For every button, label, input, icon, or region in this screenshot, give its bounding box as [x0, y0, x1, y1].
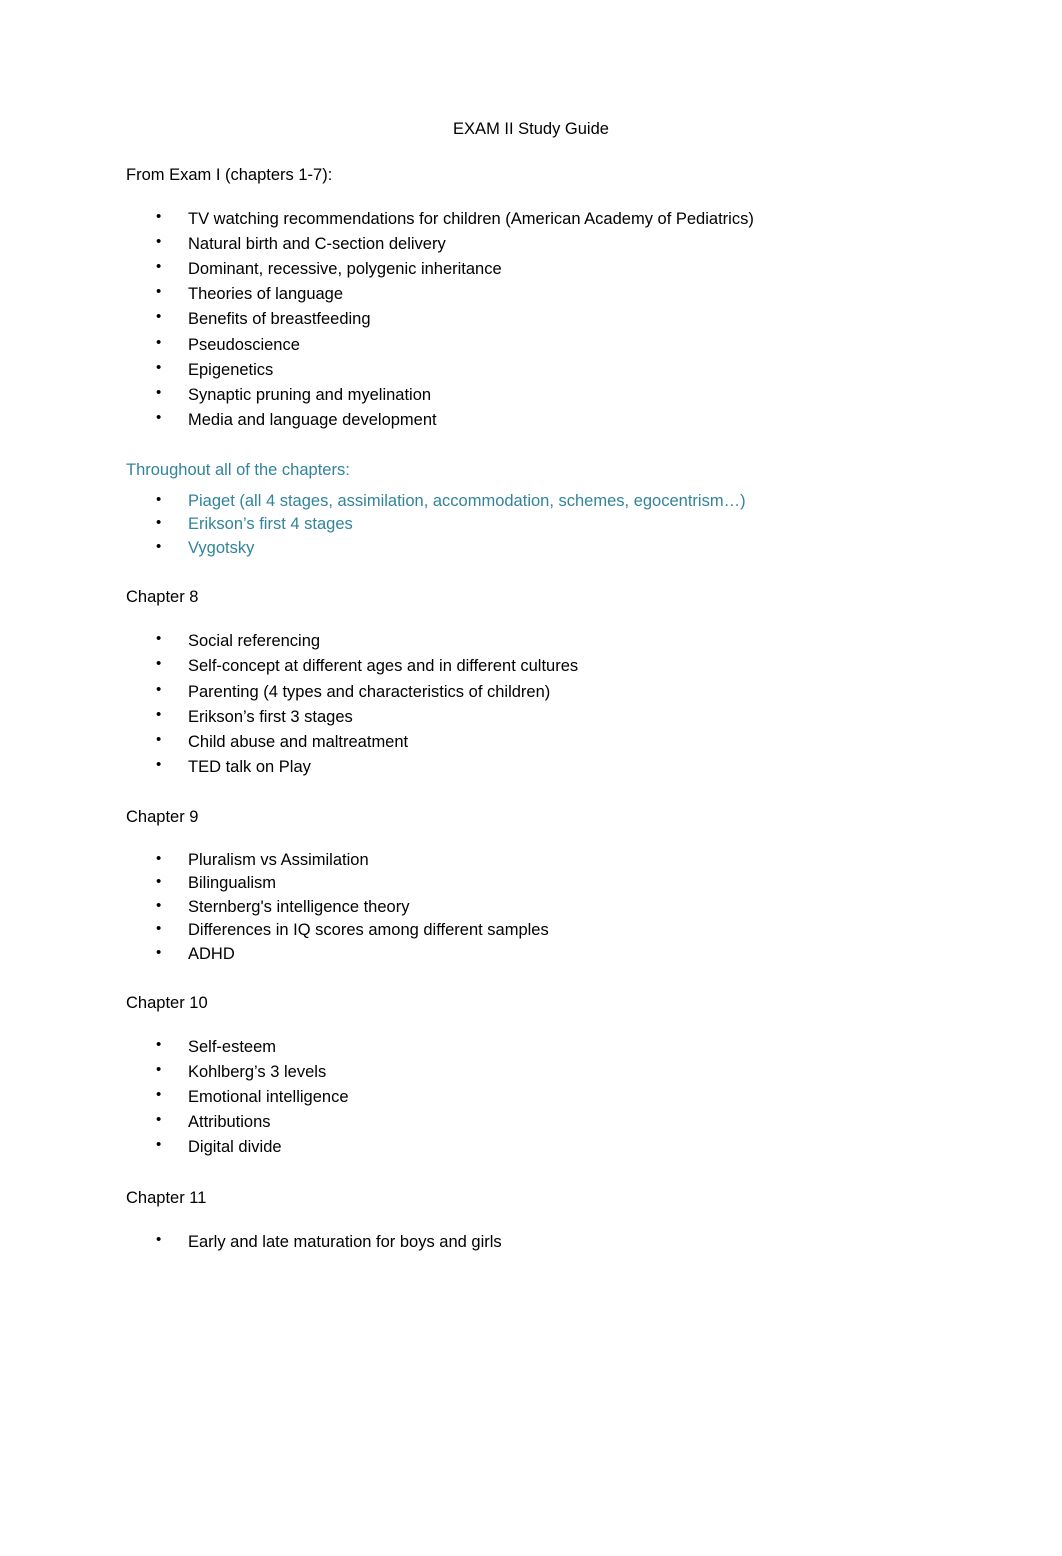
section-heading-chapter-8: Chapter 8: [126, 588, 199, 607]
list-item: Parenting (4 types and characteristics o…: [126, 678, 946, 705]
list-item: TV watching recommendations for children…: [126, 206, 946, 232]
list-item: Erikson’s first 3 stages: [126, 704, 946, 730]
bullet-list-chapter-8: Social referencing Self-concept at diffe…: [126, 628, 946, 780]
list-item: Benefits of breastfeeding: [126, 306, 946, 332]
list-item: Sternberg's intelligence theory: [126, 895, 946, 919]
bullet-list-exam-i: TV watching recommendations for children…: [126, 206, 946, 433]
section-heading-chapter-10: Chapter 10: [126, 994, 208, 1013]
list-item: Child abuse and maltreatment: [126, 729, 946, 755]
list-item: Piaget (all 4 stages, assimilation, acco…: [126, 489, 946, 513]
document-body: From Exam I (chapters 1-7): TV watching …: [126, 166, 946, 1255]
list-item: Natural birth and C-section delivery: [126, 231, 946, 257]
list-item: Self-esteem: [126, 1034, 946, 1060]
list-item: Vygotsky: [126, 536, 946, 560]
list-item: Emotional intelligence: [126, 1084, 946, 1110]
list-item: Theories of language: [126, 281, 946, 307]
section-heading-chapter-11: Chapter 11: [126, 1188, 207, 1207]
list-item: Erikson’s first 4 stages: [126, 512, 946, 536]
list-item: ADHD: [126, 942, 946, 966]
list-item: Attributions: [126, 1109, 946, 1135]
list-item: Synaptic pruning and myelination: [126, 382, 946, 408]
list-item: Social referencing: [126, 628, 946, 654]
list-item: Epigenetics: [126, 357, 946, 383]
list-item: Pseudoscience: [126, 332, 946, 358]
bullet-list-throughout: Piaget (all 4 stages, assimilation, acco…: [126, 489, 946, 560]
list-item: Kohlberg’s 3 levels: [126, 1059, 946, 1085]
list-item: Differences in IQ scores among different…: [126, 918, 946, 942]
list-item: Pluralism vs Assimilation: [126, 848, 946, 872]
section-heading-throughout: Throughout all of the chapters:: [126, 460, 350, 479]
bullet-list-chapter-11: Early and late maturation for boys and g…: [126, 1229, 946, 1255]
list-item: Self-concept at different ages and in di…: [126, 653, 946, 679]
document-page: EXAM II Study Guide From Exam I (chapter…: [0, 0, 1062, 1556]
section-heading-exam-i: From Exam I (chapters 1-7):: [126, 166, 333, 184]
list-item: Early and late maturation for boys and g…: [126, 1229, 946, 1255]
page-title: EXAM II Study Guide: [453, 120, 609, 138]
bullet-list-chapter-10: Self-esteem Kohlberg’s 3 levels Emotiona…: [126, 1034, 946, 1160]
list-item: TED talk on Play: [126, 754, 946, 780]
bullet-list-chapter-9: Pluralism vs Assimilation Bilingualism S…: [126, 848, 946, 966]
list-item: Dominant, recessive, polygenic inheritan…: [126, 256, 946, 282]
list-item: Media and language development: [126, 407, 946, 433]
list-item: Bilingualism: [126, 871, 946, 895]
list-item: Digital divide: [126, 1134, 946, 1160]
section-heading-chapter-9: Chapter 9: [126, 807, 199, 826]
